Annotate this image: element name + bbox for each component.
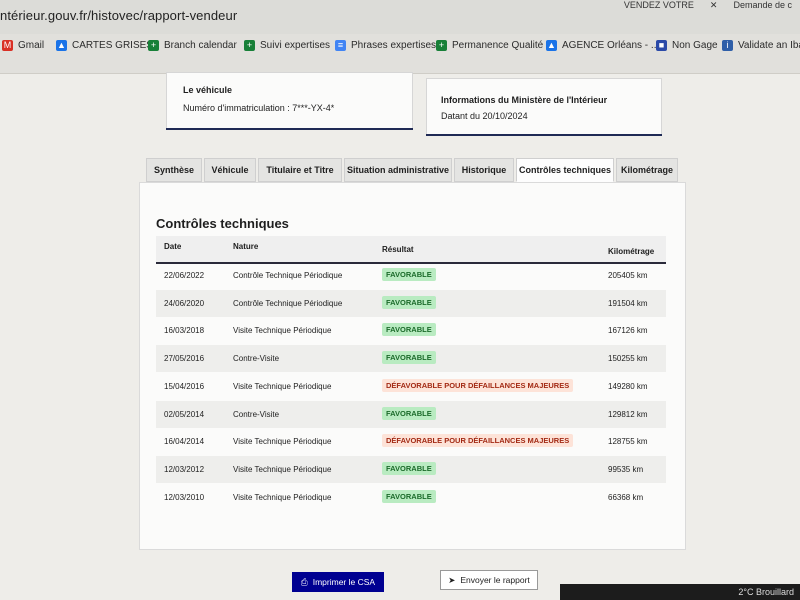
table-row: 24/06/2020 Contrôle Technique Périodique F…	[156, 289, 666, 317]
tab-bar: Synthèse Véhicule Titulaire et Titre Sit…	[146, 158, 686, 184]
table-row: 22/06/2022 Contrôle Technique Périodique F…	[156, 262, 666, 289]
row-kilometrage: 128755 km	[608, 437, 648, 447]
bookmarks-bar: M Gmail ▲ CARTES GRISES + Branch calendar +…	[0, 34, 800, 74]
row-date: 15/04/2016	[164, 381, 205, 391]
taskbar: 2°C Brouillard	[560, 584, 800, 600]
registration-number: Numéro d'immatriculation : 7***-YX-4*	[183, 103, 335, 113]
row-nature: Contrôle Technique Périodique	[233, 271, 343, 280]
table-row: 16/03/2018 Visite Technique Périodique FAV…	[156, 317, 666, 344]
column-nature: Nature	[233, 242, 259, 251]
row-kilometrage: 149280 km	[608, 381, 648, 391]
printer-icon: ⎙	[300, 576, 308, 587]
row-kilometrage: 205405 km	[608, 271, 648, 280]
vehicle-card-title: Le véhicule	[183, 85, 233, 95]
row-date: 12/03/2010	[164, 492, 205, 502]
tab-synthese[interactable]: Synthèse	[146, 158, 202, 182]
table-row: 02/05/2014 Contre-Visite FAVORABLE 129812 k…	[156, 400, 666, 428]
browser-top-bar: ntérieur.gouv.fr/histovec/rapport-vendeu…	[0, 0, 800, 34]
bookmark-suivi-expertises[interactable]: + Suivi expertises	[244, 34, 330, 56]
row-date: 27/05/2016	[164, 354, 205, 364]
tab-titulaire[interactable]: Titulaire et Titre	[258, 158, 342, 182]
bookmark-gmail[interactable]: M Gmail	[2, 34, 44, 56]
row-date: 16/04/2014	[164, 437, 205, 447]
table-header: Date Nature Résultat Kilométrage	[156, 236, 666, 264]
table-row: 12/03/2012 Visite Technique Périodique FAV…	[156, 455, 666, 483]
row-nature: Contre-Visite	[233, 354, 280, 364]
send-icon: ➤	[448, 574, 456, 585]
row-date: 24/06/2020	[164, 298, 205, 308]
tab-vehicule[interactable]: Véhicule	[204, 158, 256, 182]
send-report-button[interactable]: ➤ Envoyer le rapport	[440, 570, 538, 590]
drive-icon: ▲	[56, 39, 67, 51]
row-kilometrage: 66368 km	[608, 492, 644, 502]
row-kilometrage: 150255 km	[608, 354, 648, 364]
result-badge: FAVORABLE	[382, 268, 436, 281]
bookmark-validate-iban[interactable]: iValidate an Iban	[722, 34, 800, 56]
ministry-date: Datant du 20/10/2024	[441, 111, 528, 121]
ministry-card-underline	[426, 134, 662, 136]
ministry-card-title: Informations du Ministère de l'Intérieur	[441, 95, 608, 105]
row-nature: Visite Technique Périodique	[233, 326, 332, 336]
bookmark-phrases-expertises[interactable]: ≡ Phrases expertises	[335, 34, 436, 56]
bookmark-permanence-qualite[interactable]: + Permanence Qualité	[436, 34, 543, 56]
row-nature: Visite Technique Périodique	[233, 437, 332, 447]
iban-icon: i	[722, 39, 733, 51]
tab-historique[interactable]: Historique	[454, 158, 514, 182]
vehicle-card-underline	[166, 128, 413, 130]
plus-icon: +	[244, 39, 255, 51]
weather-status: 2°C Brouillard	[738, 587, 794, 597]
table-row: 27/05/2016 Contre-Visite FAVORABLE 150255 k…	[156, 345, 666, 373]
result-badge: FAVORABLE	[382, 406, 436, 420]
result-badge: FAVORABLE	[382, 295, 436, 309]
bookmark-cartes-grises[interactable]: ▲ CARTES GRISES	[56, 34, 153, 56]
gmail-icon: M	[2, 39, 13, 51]
doc-icon: ≡	[335, 39, 346, 51]
result-badge: DÉFAVORABLE POUR DÉFAILLANCES MAJEURES	[382, 434, 574, 448]
table-row: 15/04/2016 Visite Technique Périodique DÉF…	[156, 373, 666, 400]
result-badge: FAVORABLE	[382, 489, 436, 503]
result-badge: DÉFAVORABLE POUR DÉFAILLANCES MAJEURES	[382, 378, 574, 392]
row-nature: Visite Technique Périodique	[233, 381, 332, 391]
column-kilometrage: Kilométrage	[608, 247, 655, 256]
row-kilometrage: 99535 km	[608, 464, 644, 474]
vehicle-card: Le véhicule Numéro d'immatriculation : 7…	[166, 72, 413, 130]
browser-tab[interactable]: Demande de c	[725, 0, 800, 14]
browser-tab[interactable]: VENDEZ VOTRE	[616, 0, 702, 14]
tab-kilometrage[interactable]: Kilométrage	[616, 158, 678, 182]
result-badge: FAVORABLE	[382, 461, 436, 475]
row-nature: Visite Technique Périodique	[233, 464, 332, 474]
row-date: 12/03/2012	[164, 464, 205, 474]
drive-icon: ▲	[546, 39, 557, 51]
bookmark-branch-calendar[interactable]: + Branch calendar	[148, 34, 237, 56]
address-bar[interactable]: ntérieur.gouv.fr/histovec/rapport-vendeu…	[0, 8, 237, 23]
row-kilometrage: 167126 km	[608, 326, 648, 336]
print-csa-button[interactable]: ⎙ Imprimer le CSA	[292, 572, 384, 592]
row-kilometrage: 191504 km	[608, 298, 648, 308]
row-date: 16/03/2018	[164, 326, 205, 336]
bookmark-non-gage[interactable]: ■ Non Gage	[656, 34, 718, 56]
flag-icon: ■	[656, 39, 667, 51]
table-row: 16/04/2014 Visite Technique Périodique DÉF…	[156, 428, 666, 455]
result-badge: FAVORABLE	[382, 323, 436, 337]
table-row: 12/03/2010 Visite Technique Périodique FAV…	[156, 484, 666, 511]
row-date: 02/05/2014	[164, 409, 205, 419]
browser-tabs: VENDEZ VOTRE ✕ Demande de c	[616, 0, 800, 14]
row-nature: Contre-Visite	[233, 409, 280, 419]
bookmark-agence-orleans[interactable]: ▲ AGENCE Orléans - ...	[546, 34, 659, 56]
plus-icon: +	[436, 39, 447, 51]
row-nature: Contrôle Technique Périodique	[233, 298, 343, 308]
column-resultat: Résultat	[382, 245, 414, 254]
column-date: Date	[164, 242, 182, 251]
row-kilometrage: 129812 km	[608, 409, 648, 419]
tab-controles-techniques[interactable]: Contrôles techniques	[516, 158, 614, 182]
section-title: Contrôles techniques	[156, 216, 289, 231]
tab-situation-administrative[interactable]: Situation administrative	[344, 158, 452, 182]
row-date: 22/06/2022	[164, 271, 205, 280]
plus-icon: +	[148, 39, 159, 51]
result-badge: FAVORABLE	[382, 351, 436, 365]
row-nature: Visite Technique Périodique	[233, 492, 332, 502]
close-icon[interactable]: ✕	[702, 0, 726, 14]
ministry-card: Informations du Ministère de l'Intérieur…	[426, 78, 662, 136]
